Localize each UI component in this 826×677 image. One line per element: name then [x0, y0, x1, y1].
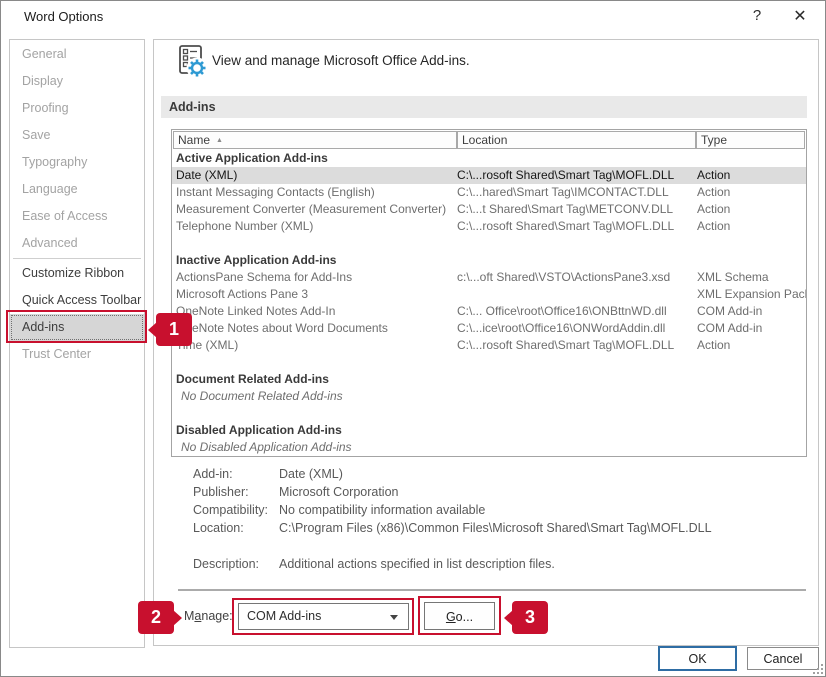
add-in-details: Add-in: Date (XML) Publisher: Microsoft … [193, 465, 793, 573]
sidebar-item-typography[interactable]: Typography [10, 149, 144, 176]
group-header-disabled: Disabled Application Add-ins [172, 422, 806, 439]
resize-grip[interactable] [811, 662, 824, 675]
sidebar-item-customize-ribbon[interactable]: Customize Ribbon [10, 260, 144, 287]
sidebar-item-ease-of-access[interactable]: Ease of Access [10, 203, 144, 230]
sidebar-item-general[interactable]: General [10, 41, 144, 68]
table-row-telephone-number[interactable]: Telephone Number (XML) C:\...rosoft Shar… [172, 218, 806, 235]
callout-arrow-left-icon [504, 610, 513, 626]
sidebar-item-trust-center[interactable]: Trust Center [10, 341, 144, 368]
group-header-active: Active Application Add-ins [172, 150, 806, 167]
sort-ascending-icon: ▲ [216, 137, 223, 144]
callout-box-go-button [418, 596, 501, 635]
sidebar: General Display Proofing Save Typography… [9, 39, 145, 648]
add-ins-table: Name▲ Location Type Active Application A… [171, 129, 807, 457]
table-row-instant-messaging-contacts[interactable]: Instant Messaging Contacts (English) C:\… [172, 184, 806, 201]
help-icon[interactable]: ? [747, 7, 767, 24]
sidebar-item-language[interactable]: Language [10, 176, 144, 203]
table-row-actionspane-schema[interactable]: ActionsPane Schema for Add-Ins c:\...oft… [172, 269, 806, 286]
page-description: View and manage Microsoft Office Add-ins… [212, 53, 470, 68]
table-header: Name▲ Location Type [172, 130, 806, 150]
cancel-button[interactable]: Cancel [747, 647, 819, 670]
callout-arrow-right-icon [173, 610, 182, 626]
table-row-onenote-notes-word-documents[interactable]: OneNote Notes about Word Documents C:\..… [172, 320, 806, 337]
column-header-type[interactable]: Type [696, 131, 805, 149]
spacer-row [172, 354, 806, 371]
callout-badge-2: 2 [138, 601, 174, 634]
table-row-microsoft-actions-pane-3[interactable]: Microsoft Actions Pane 3 XML Expansion P… [172, 286, 806, 303]
detail-row-add-in: Add-in: Date (XML) [193, 465, 793, 483]
table-row-onenote-linked-notes[interactable]: OneNote Linked Notes Add-In C:\... Offic… [172, 303, 806, 320]
sidebar-item-advanced[interactable]: Advanced [10, 230, 144, 257]
sidebar-item-proofing[interactable]: Proofing [10, 95, 144, 122]
callout-badge-1: 1 [156, 313, 192, 346]
manage-label: Manage: [184, 609, 233, 623]
sidebar-separator [13, 258, 141, 259]
callout-box-manage-dropdown [232, 598, 414, 635]
detail-row-description: Description: Additional actions specifie… [193, 555, 793, 573]
spacer-row [172, 235, 806, 252]
section-header-add-ins: Add-ins [161, 96, 807, 118]
sidebar-item-save[interactable]: Save [10, 122, 144, 149]
callout-box-add-ins [6, 310, 147, 343]
table-row-date-xml[interactable]: Date (XML) C:\...rosoft Shared\Smart Tag… [172, 167, 806, 184]
callout-arrow-left-icon [148, 322, 157, 338]
group-header-inactive: Inactive Application Add-ins [172, 252, 806, 269]
empty-note-disabled: No Disabled Application Add-ins [172, 439, 806, 456]
detail-row-compatibility: Compatibility: No compatibility informat… [193, 501, 793, 519]
sidebar-item-display[interactable]: Display [10, 68, 144, 95]
spacer-row [172, 405, 806, 422]
column-header-name[interactable]: Name▲ [173, 131, 457, 149]
close-icon[interactable]: ✕ [789, 6, 811, 26]
empty-note-document-related: No Document Related Add-ins [172, 388, 806, 405]
table-row-time-xml[interactable]: Time (XML) C:\...rosoft Shared\Smart Tag… [172, 337, 806, 354]
word-options-dialog: Word Options ? ✕ General Display Proofin… [0, 0, 826, 677]
detail-row-publisher: Publisher: Microsoft Corporation [193, 483, 793, 501]
table-row-measurement-converter[interactable]: Measurement Converter (Measurement Conve… [172, 201, 806, 218]
detail-row-location: Location: C:\Program Files (x86)\Common … [193, 519, 793, 537]
window-title: Word Options [24, 9, 103, 24]
ok-button[interactable]: OK [658, 646, 737, 671]
callout-badge-3: 3 [512, 601, 548, 634]
column-header-location[interactable]: Location [457, 131, 696, 149]
group-header-document-related: Document Related Add-ins [172, 371, 806, 388]
add-ins-gear-icon [173, 43, 209, 79]
horizontal-divider [178, 589, 806, 591]
